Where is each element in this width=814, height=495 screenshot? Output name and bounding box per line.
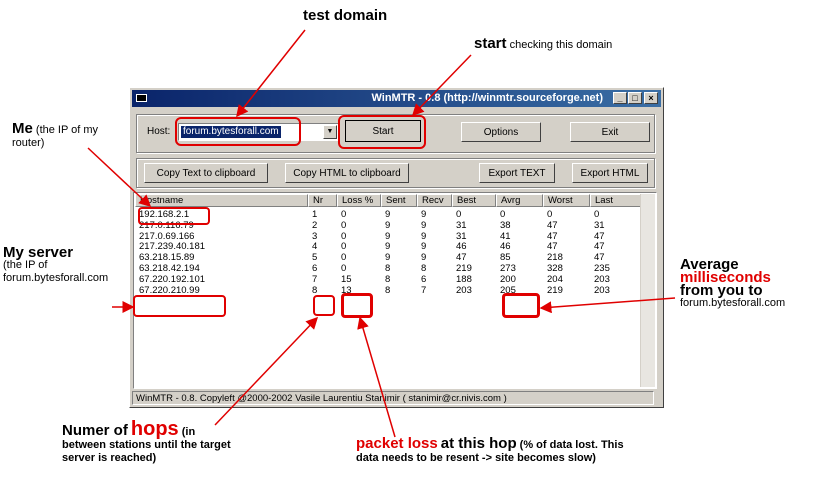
- arrow-start: [411, 54, 472, 117]
- arrow-hops: [214, 316, 319, 426]
- arrow-average: [539, 297, 676, 314]
- arrow-me: [87, 147, 152, 208]
- annotation-test-domain: test domain: [303, 7, 388, 24]
- annotation-me: Me (the IP of my router): [12, 120, 99, 149]
- annotation-average: Average milliseconds from you to forum.b…: [680, 256, 786, 309]
- arrow-test-domain: [236, 29, 306, 118]
- annotation-my-server: My server (the IP of forum.bytesforall.c…: [3, 244, 109, 284]
- annotation-start: start checking this domain: [474, 35, 613, 52]
- annotation-packet-loss: packet loss at this hop (% of data lost.…: [356, 435, 624, 464]
- arrow-loss: [357, 316, 396, 438]
- annotation-hops: Numer of hops (in between stations until…: [62, 418, 231, 464]
